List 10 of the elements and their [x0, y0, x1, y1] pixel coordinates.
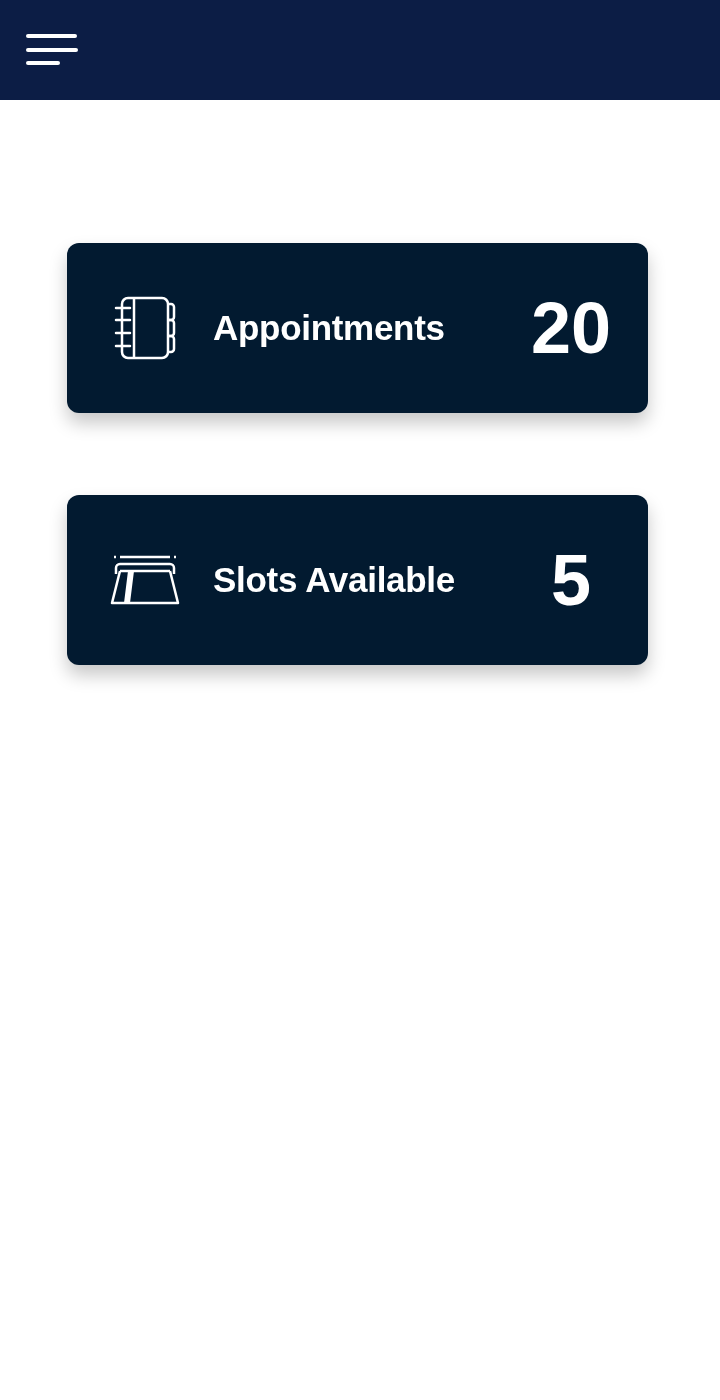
card-count: 20	[529, 292, 613, 364]
card-count: 5	[549, 544, 592, 616]
card-slot-icon	[110, 555, 180, 605]
stat-card[interactable]: Appointments 20	[67, 243, 648, 413]
card-label: Slots Available	[213, 560, 456, 600]
stat-card[interactable]: Slots Available 5	[67, 495, 648, 665]
notebook-icon	[114, 296, 176, 360]
menu-icon	[26, 33, 78, 67]
card-label: Appointments	[213, 308, 446, 348]
menu-button[interactable]	[26, 33, 78, 67]
